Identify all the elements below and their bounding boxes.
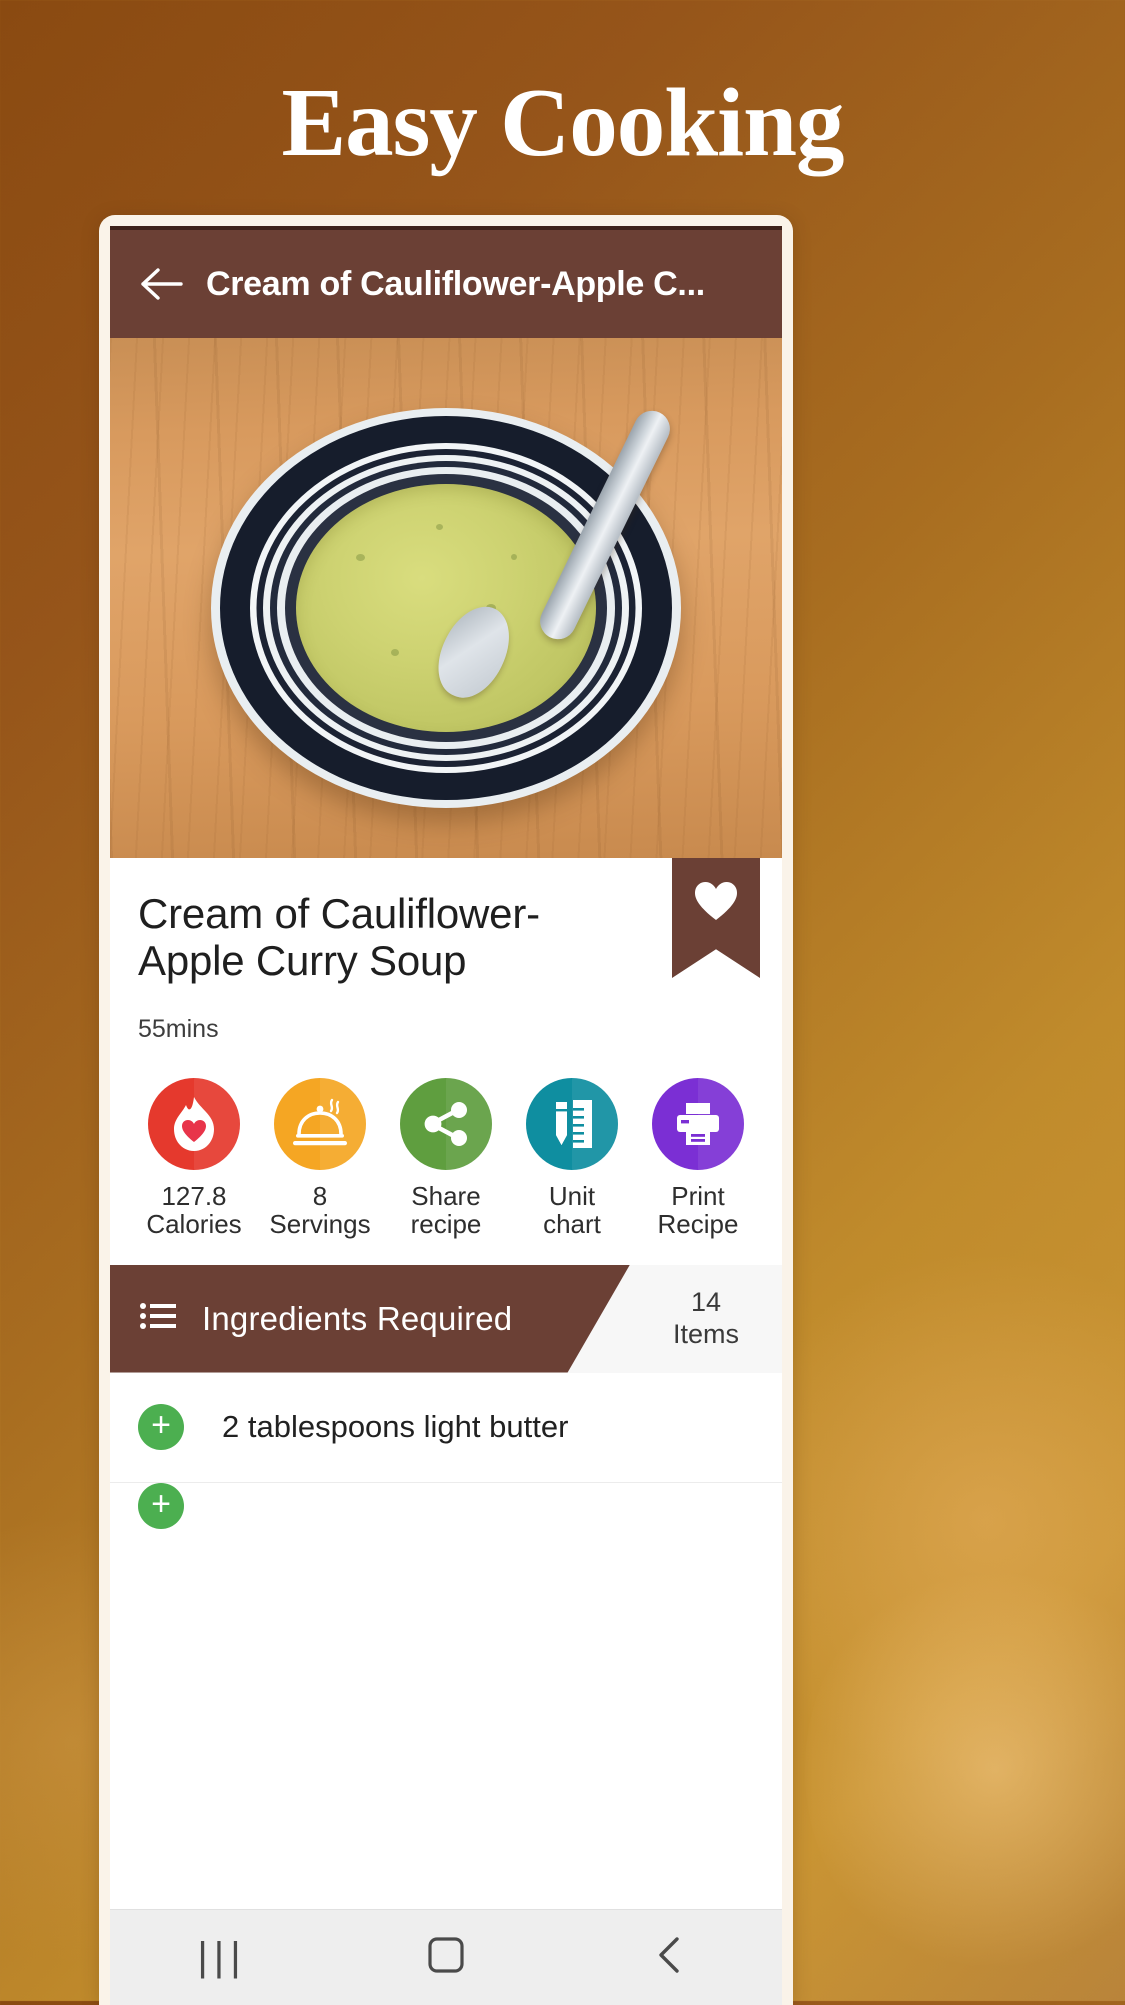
list-icon [140,1302,176,1335]
printer-icon [652,1077,744,1170]
ingredients-list: + 2 tablespoons light butter + [110,1372,782,1909]
ingredients-label: Ingredients Required [202,1299,513,1337]
app-bar-title: Cream of Cauliflower-Apple C... [206,264,705,303]
recents-button[interactable]: ||| [162,1935,282,1980]
ingredients-count: 14 [690,1286,722,1317]
servings-label: 8 Servings [269,1180,371,1239]
recipe-info-card: Cream of Cauliflower-Apple Curry Soup 55… [110,858,782,1265]
chevron-left-icon [655,1935,685,1980]
flame-heart-icon [148,1077,240,1170]
heart-icon [693,880,739,927]
list-item[interactable]: + 2 tablespoons light butter [110,1373,782,1483]
calories-button[interactable]: 127.8 Calories [136,1077,252,1239]
arrow-left-icon [141,267,183,301]
unit-chart-label: Unit chart [543,1180,601,1239]
ingredients-banner[interactable]: Ingredients Required [110,1264,630,1373]
list-item[interactable]: + [110,1482,782,1529]
recipe-photo[interactable] [110,338,782,858]
home-square-icon [426,1935,466,1980]
unit-chart-button[interactable]: Unit chart [514,1077,630,1239]
servings-button[interactable]: 8 Servings [262,1077,378,1239]
share-label: Share recipe [410,1180,482,1239]
soup-bowl-illustration [211,405,681,809]
print-recipe-button[interactable]: Print Recipe [640,1077,756,1239]
calories-label: 127.8 Calories [146,1180,242,1239]
cloche-icon [274,1077,366,1170]
recipe-duration: 55mins [138,1014,219,1043]
phone-screen: Cream of Cauliflower-Apple C... Cream of… [110,226,782,2005]
plus-icon[interactable]: + [138,1404,184,1451]
back-button[interactable] [124,246,200,322]
ruler-pencil-icon [526,1077,618,1170]
share-icon [400,1077,492,1170]
background-glow [805,1560,1125,1980]
app-bar: Cream of Cauliflower-Apple C... [110,226,782,338]
back-nav-button[interactable] [610,1935,730,1980]
print-label: Print Recipe [657,1180,739,1239]
android-navigation-bar: ||| [110,1909,782,2005]
ingredients-count-badge: 14 Items [630,1265,782,1373]
page-title: Easy Cooking [281,69,844,176]
ingredient-text: 2 tablespoons light butter [222,1409,569,1445]
plus-icon[interactable]: + [138,1482,184,1529]
recipe-action-row: 127.8 Calories 8 Servings Share recipe U… [110,1044,782,1239]
ingredients-header: Ingredients Required 14 Items [110,1264,782,1373]
home-button[interactable] [386,1935,506,1980]
phone-mockup: Cream of Cauliflower-Apple C... Cream of… [99,215,793,2005]
ingredients-count-unit: Items [672,1318,739,1349]
share-recipe-button[interactable]: Share recipe [388,1077,504,1239]
